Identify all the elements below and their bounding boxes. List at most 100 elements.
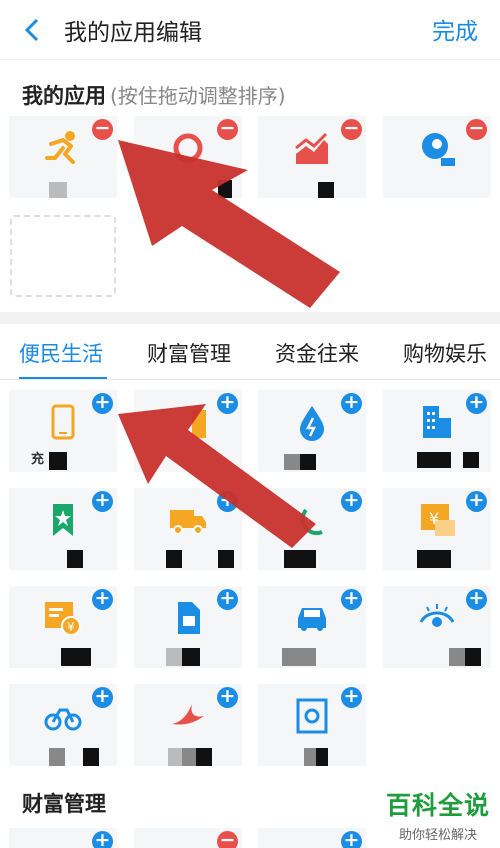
empty-app-slot — [10, 215, 116, 297]
delivery-truck-icon — [170, 510, 206, 535]
orange-app-icon — [192, 410, 206, 438]
add-badge-icon[interactable]: + — [92, 687, 113, 708]
masked-label — [465, 648, 481, 666]
swallow-bird-icon — [172, 704, 204, 725]
app-tile[interactable]: 充 + — [9, 390, 117, 472]
add-badge-icon[interactable]: + — [341, 589, 362, 610]
masked-label — [67, 550, 83, 568]
masked-label — [417, 550, 435, 568]
masked-label — [49, 748, 65, 766]
water-drop-icon — [300, 406, 324, 441]
add-badge-icon[interactable]: + — [217, 589, 238, 610]
my-apps-title: 我的应用 — [22, 84, 106, 108]
wealth-section-title: 财富管理 — [22, 792, 106, 816]
remove-badge-icon[interactable]: − — [217, 831, 238, 848]
app-tile[interactable]: + — [134, 390, 242, 472]
app-tile[interactable]: + — [134, 684, 242, 766]
my-apps-heading: 我的应用 (按住拖动调整排序) — [22, 80, 286, 110]
masked-label — [196, 748, 212, 766]
app-tile[interactable]: + — [9, 684, 117, 766]
masked-label — [284, 550, 300, 568]
watermark-logo: 百科全说 助你轻松解决 — [386, 786, 490, 843]
section-divider — [0, 312, 500, 324]
app-tile[interactable]: + — [258, 586, 366, 668]
masked-label — [166, 648, 182, 666]
masked-label — [168, 748, 182, 766]
back-button[interactable] — [14, 12, 50, 48]
app-tile[interactable]: + — [134, 586, 242, 668]
add-badge-icon[interactable]: + — [217, 393, 238, 414]
bicycle-icon — [44, 708, 82, 731]
add-badge-icon[interactable]: + — [341, 687, 362, 708]
top-bar: 我的应用编辑 完成 — [0, 0, 500, 60]
svg-text:¥: ¥ — [429, 509, 439, 528]
app-tile[interactable]: ¥ + — [9, 586, 117, 668]
masked-label — [83, 748, 99, 766]
masked-label — [218, 180, 232, 198]
masked-label — [318, 182, 334, 198]
masked-label — [166, 550, 182, 568]
add-badge-icon[interactable]: + — [92, 393, 113, 414]
app-tile[interactable]: ¥ + — [383, 488, 491, 570]
app-tile[interactable]: + — [258, 488, 366, 570]
remove-badge-icon[interactable]: − — [466, 119, 487, 140]
tab-life[interactable]: 便民生活 — [19, 338, 103, 368]
masked-label — [49, 182, 67, 198]
support-person-icon — [422, 133, 455, 166]
my-app-tile[interactable]: − — [9, 116, 117, 198]
add-badge-icon[interactable]: + — [341, 393, 362, 414]
bookmark-star-icon — [53, 504, 73, 536]
my-app-tile[interactable]: − — [258, 116, 366, 198]
add-badge-icon[interactable]: + — [217, 687, 238, 708]
add-badge-icon[interactable]: + — [466, 589, 487, 610]
chevron-left-icon — [24, 18, 39, 42]
app-tile[interactable]: + — [383, 390, 491, 472]
trend-chart-icon — [295, 132, 328, 164]
tab-shopping[interactable]: 购物娱乐 — [403, 338, 487, 368]
tab-wealth[interactable]: 财富管理 — [147, 338, 231, 368]
app-tile[interactable]: − — [134, 828, 242, 848]
add-badge-icon[interactable]: + — [466, 393, 487, 414]
app-tile[interactable]: + — [258, 828, 366, 848]
app-tile[interactable]: + — [258, 390, 366, 472]
app-tile[interactable]: + — [258, 684, 366, 766]
add-badge-icon[interactable]: + — [217, 491, 238, 512]
add-badge-icon[interactable]: + — [92, 589, 113, 610]
add-badge-icon[interactable]: + — [466, 491, 487, 512]
svg-text:¥: ¥ — [67, 620, 75, 634]
masked-label — [300, 550, 316, 568]
my-app-tile[interactable]: − — [383, 116, 491, 198]
app-tile[interactable]: + — [9, 488, 117, 570]
masked-label — [284, 454, 300, 470]
app-tile[interactable]: + — [9, 828, 117, 848]
add-badge-icon[interactable]: + — [92, 831, 113, 848]
masked-label — [182, 748, 196, 766]
app-tile[interactable]: + — [134, 488, 242, 570]
sim-card-icon — [178, 602, 200, 634]
eye-scan-icon — [419, 604, 455, 627]
masked-label — [316, 748, 328, 766]
remove-badge-icon[interactable]: − — [92, 119, 113, 140]
masked-label — [61, 648, 91, 666]
tab-funds[interactable]: 资金往来 — [275, 338, 359, 368]
masked-label — [435, 550, 451, 568]
remove-badge-icon[interactable]: − — [341, 119, 362, 140]
phone-icon — [51, 404, 75, 440]
masked-label — [304, 748, 316, 766]
phone-call-icon — [300, 508, 323, 536]
add-badge-icon[interactable]: + — [341, 491, 362, 512]
watermark-title: 百科全说 — [385, 791, 490, 820]
watermark-subtitle: 助你轻松解决 — [398, 828, 477, 843]
my-app-tile[interactable]: − — [134, 116, 242, 198]
done-button[interactable]: 完成 — [432, 12, 478, 46]
masked-label — [282, 648, 316, 666]
masked-label — [417, 452, 451, 468]
bill-yen-icon: ¥ — [45, 602, 81, 636]
masked-label — [300, 454, 316, 470]
add-badge-icon[interactable]: + — [92, 491, 113, 512]
car-icon — [298, 608, 326, 631]
add-badge-icon[interactable]: + — [341, 831, 362, 848]
remove-badge-icon[interactable]: − — [217, 119, 238, 140]
app-tile[interactable]: + — [383, 586, 491, 668]
app-label: 充 — [31, 452, 45, 467]
